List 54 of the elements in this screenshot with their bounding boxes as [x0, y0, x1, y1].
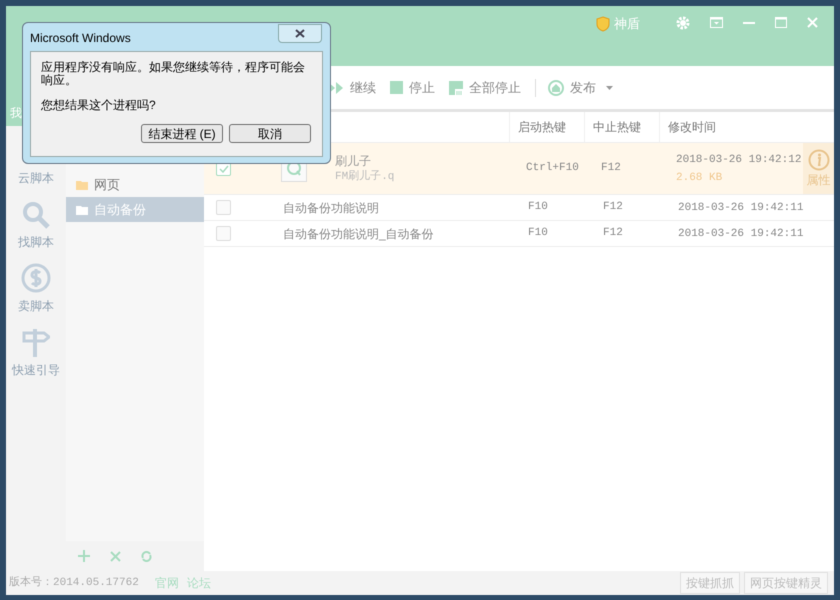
nav-item[interactable]: 卖脚本: [6, 254, 66, 318]
dialog-title: Microsoft Windows: [30, 30, 131, 47]
maximize-icon[interactable]: [775, 17, 787, 28]
dialog-message: 应用程序没有响应。如果您继续等待，程序可能会响应。: [41, 61, 306, 87]
script-name: 自动备份功能说明: [283, 200, 379, 216]
stop-all-icon: [449, 80, 463, 94]
footer-button[interactable]: 网页按键精灵: [744, 572, 828, 594]
refresh-icon[interactable]: [141, 550, 152, 562]
column-header[interactable]: 启动热键: [509, 112, 584, 142]
toolbar-button[interactable]: 发布: [548, 78, 613, 98]
signpost-icon: [22, 329, 50, 357]
dialog-button[interactable]: 结束进程 (E): [141, 124, 223, 143]
file-size: 2.68 KB: [676, 170, 724, 186]
stop-icon: [390, 81, 403, 94]
info-icon: [808, 148, 830, 170]
dropdown-icon: [606, 86, 613, 90]
file-name: FM刷儿子.q: [335, 169, 394, 184]
table-cell-text: F12: [602, 200, 624, 216]
table-row[interactable]: 刷儿子 FM刷儿子.q Ctrl+F10 F12 2018-03-26 19:42:12 2.68 KB 属性: [204, 143, 834, 195]
settings-icon[interactable]: [676, 16, 690, 30]
minimize-icon[interactable]: [743, 22, 755, 25]
toolbar-button[interactable]: 停止: [390, 78, 435, 98]
skin-icon[interactable]: [710, 17, 723, 28]
dollar-coin-icon: [21, 263, 51, 293]
close-icon: [295, 29, 305, 38]
version-label: 版本号：2014.05.17762: [9, 575, 139, 591]
checkbox[interactable]: [216, 200, 231, 215]
dialog-button[interactable]: 取消: [229, 124, 311, 143]
shield-icon[interactable]: [596, 16, 610, 32]
footer-button[interactable]: 按键抓抓: [680, 572, 740, 594]
dialog-question: 您想结果这个进程吗?: [41, 97, 157, 114]
script-name: 刷儿子: [335, 152, 372, 168]
toolbar-button[interactable]: 全部停止: [449, 78, 521, 98]
folder-icon: [76, 204, 88, 214]
home-icon: [548, 80, 564, 96]
check-icon: [218, 164, 228, 172]
table-cell-text: F12: [600, 161, 622, 176]
table-cell-text: Ctrl+F10: [525, 161, 580, 176]
close-icon[interactable]: [807, 17, 818, 28]
nav-item[interactable]: 快速引导: [6, 318, 66, 382]
table-cell-text: F10: [527, 200, 549, 216]
column-header[interactable]: 中止热键: [584, 112, 659, 142]
column-header[interactable]: 修改时间: [659, 112, 789, 142]
add-icon[interactable]: [78, 550, 90, 562]
checkbox[interactable]: [216, 226, 231, 241]
folder-icon: [76, 180, 88, 190]
search-icon: [22, 201, 50, 229]
table-cell-text: F12: [602, 226, 624, 242]
close-button[interactable]: [278, 24, 322, 43]
table-cell-text: F10: [527, 226, 549, 242]
folder-item[interactable]: 网页: [66, 172, 204, 197]
script-name: 自动备份功能说明_自动备份: [283, 226, 434, 242]
delete-icon[interactable]: [110, 550, 121, 562]
nav-item[interactable]: 找脚本: [6, 190, 66, 254]
